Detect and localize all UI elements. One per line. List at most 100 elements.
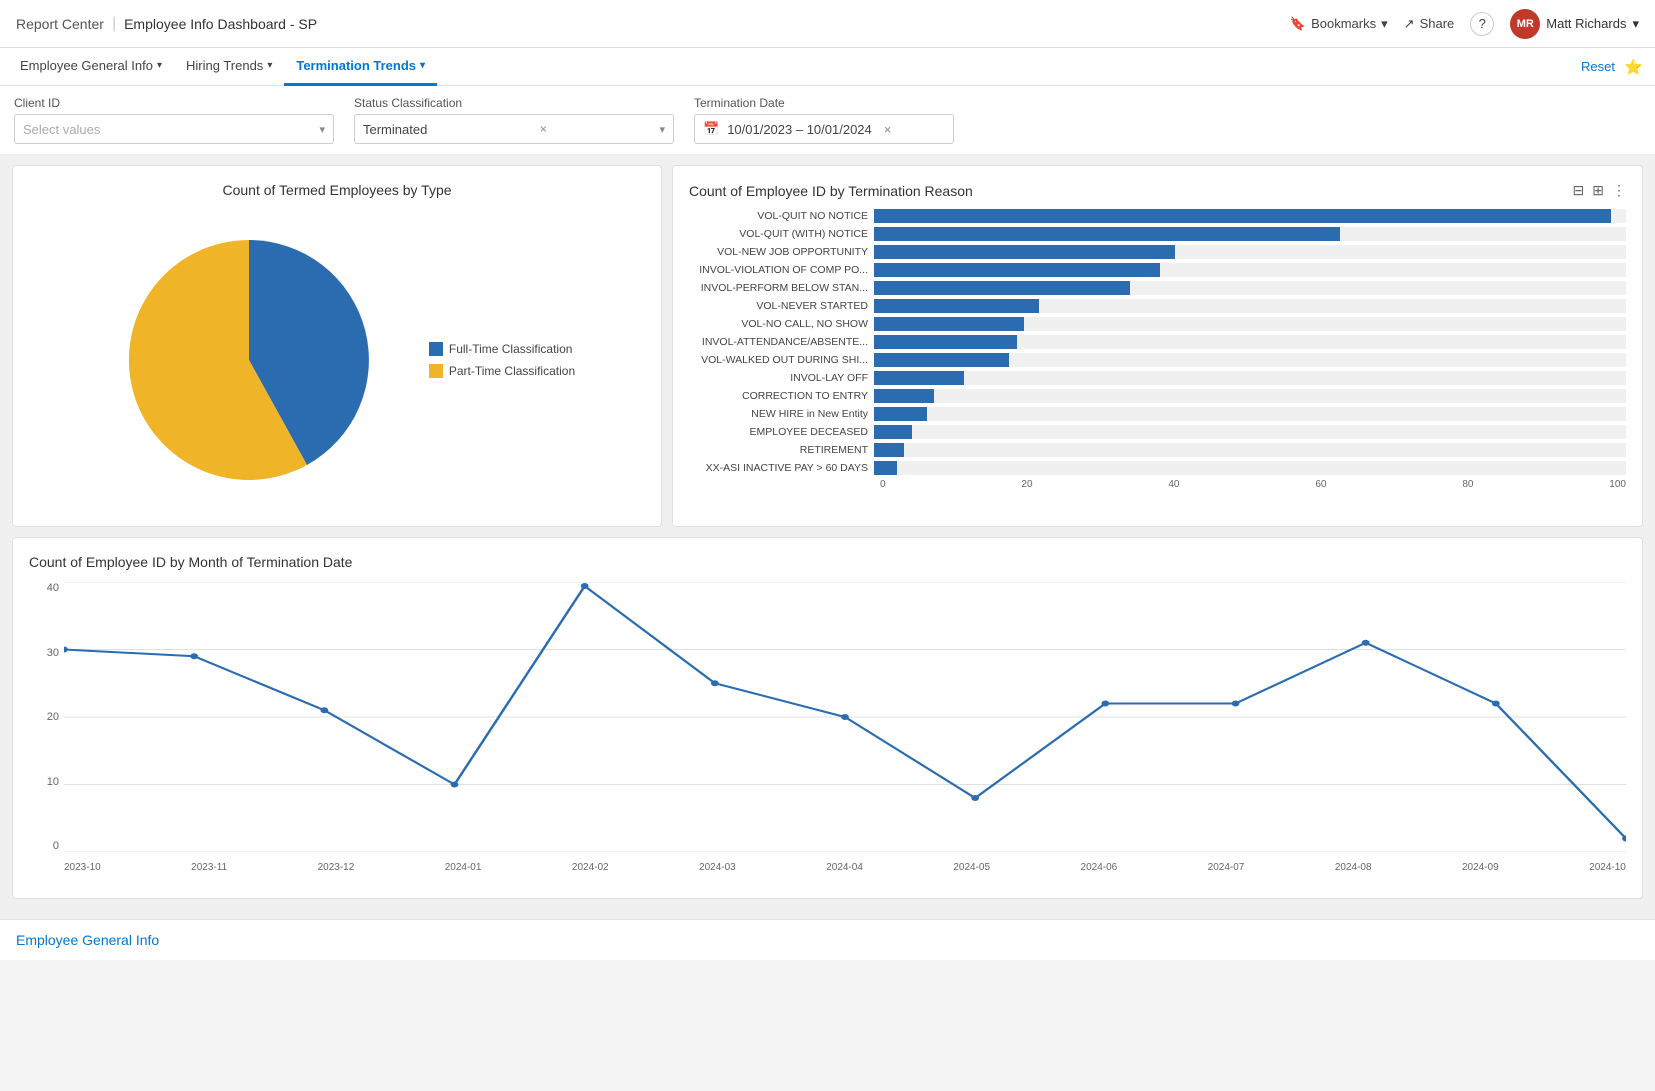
bar-row: NEW HIRE in New Entity bbox=[689, 407, 1626, 421]
bar-track bbox=[874, 407, 1626, 421]
tab-bar: Employee General Info ▾ Hiring Trends ▾ … bbox=[0, 48, 1655, 86]
bar-row: VOL-NEW JOB OPPORTUNITY bbox=[689, 245, 1626, 259]
bar-track bbox=[874, 371, 1626, 385]
bar-row: INVOL-ATTENDANCE/ABSENTE... bbox=[689, 335, 1626, 349]
bar-panel-header: Count of Employee ID by Termination Reas… bbox=[689, 182, 1626, 199]
bar-label: VOL-QUIT NO NOTICE bbox=[689, 210, 874, 222]
bookmarks-chevron: ▾ bbox=[1381, 16, 1388, 32]
client-id-label: Client ID bbox=[14, 96, 334, 110]
bottom-tab[interactable]: Employee General Info bbox=[0, 919, 1655, 960]
bar-fill bbox=[874, 425, 912, 439]
tab-employee-general-info[interactable]: Employee General Info ▾ bbox=[8, 48, 174, 86]
bar-track bbox=[874, 245, 1626, 259]
bar-track bbox=[874, 209, 1626, 223]
line-chart-svg-container bbox=[64, 582, 1626, 852]
share-icon: ↗ bbox=[1404, 16, 1415, 32]
line-chart-panel: Count of Employee ID by Month of Termina… bbox=[12, 537, 1643, 899]
bar-panel-icons: ⊟ ⊞ ⋮ bbox=[1573, 182, 1626, 199]
main-content: Count of Termed Employees by Type bbox=[0, 155, 1655, 919]
bar-fill bbox=[874, 209, 1611, 223]
top-charts-row: Count of Termed Employees by Type bbox=[12, 165, 1643, 527]
termination-date-label: Termination Date bbox=[694, 96, 954, 110]
bar-track bbox=[874, 389, 1626, 403]
share-button[interactable]: ↗ Share bbox=[1404, 16, 1455, 32]
line-y-labels: 40 30 20 10 0 bbox=[29, 582, 64, 852]
bookmarks-label: Bookmarks bbox=[1311, 16, 1376, 31]
client-id-placeholder: Select values bbox=[23, 122, 100, 137]
bar-track bbox=[874, 443, 1626, 457]
bar-row: XX-ASI INACTIVE PAY > 60 DAYS bbox=[689, 461, 1626, 475]
bar-row: EMPLOYEE DECEASED bbox=[689, 425, 1626, 439]
bar-label: VOL-WALKED OUT DURING SHI... bbox=[689, 354, 874, 366]
header-separator: | bbox=[112, 15, 116, 33]
bar-chart-area: VOL-QUIT NO NOTICEVOL-QUIT (WITH) NOTICE… bbox=[689, 209, 1626, 475]
pie-chart-container: Full-Time Classification Part-Time Class… bbox=[29, 210, 645, 510]
status-classification-value: Terminated bbox=[363, 122, 427, 137]
legend-parttime-label: Part-Time Classification bbox=[449, 364, 575, 378]
legend-parttime-color bbox=[429, 364, 443, 378]
bar-label: VOL-NO CALL, NO SHOW bbox=[689, 318, 874, 330]
bar-fill bbox=[874, 281, 1130, 295]
pie-chart-panel: Count of Termed Employees by Type bbox=[12, 165, 662, 527]
bar-x-axis: 0 20 40 60 80 100 bbox=[880, 479, 1626, 490]
bar-fill bbox=[874, 461, 897, 475]
pie-chart-title: Count of Termed Employees by Type bbox=[29, 182, 645, 198]
tab-hiring-trends-arrow: ▾ bbox=[267, 60, 272, 71]
legend-parttime: Part-Time Classification bbox=[429, 364, 575, 378]
bar-fill bbox=[874, 443, 904, 457]
bar-track bbox=[874, 317, 1626, 331]
bookmarks-button[interactable]: 🔖 Bookmarks ▾ bbox=[1290, 16, 1388, 32]
client-id-arrow: ▾ bbox=[319, 123, 325, 136]
user-chevron: ▾ bbox=[1632, 16, 1639, 32]
header-right: 🔖 Bookmarks ▾ ↗ Share ? MR Matt Richards… bbox=[1290, 9, 1639, 39]
bar-fill bbox=[874, 245, 1175, 259]
bar-label: INVOL-PERFORM BELOW STAN... bbox=[689, 282, 874, 294]
filter-bar: Client ID Select values ▾ Status Classif… bbox=[0, 86, 1655, 155]
bar-label: NEW HIRE in New Entity bbox=[689, 408, 874, 420]
bar-track bbox=[874, 335, 1626, 349]
bar-track bbox=[874, 461, 1626, 475]
filter-icon[interactable]: ⊟ bbox=[1573, 182, 1585, 199]
client-id-select[interactable]: Select values ▾ bbox=[14, 114, 334, 144]
termination-date-select[interactable]: 📅 10/01/2023 – 10/01/2024 × bbox=[694, 114, 954, 144]
line-chart-polyline bbox=[64, 586, 1626, 839]
bar-row: VOL-NEVER STARTED bbox=[689, 299, 1626, 313]
page-title: Employee Info Dashboard - SP bbox=[124, 16, 317, 32]
pie-legend: Full-Time Classification Part-Time Class… bbox=[429, 342, 575, 378]
termination-date-clear[interactable]: × bbox=[884, 122, 892, 137]
bar-row: RETIREMENT bbox=[689, 443, 1626, 457]
user-menu[interactable]: MR Matt Richards ▾ bbox=[1510, 9, 1639, 39]
bar-fill bbox=[874, 227, 1340, 241]
bar-row: VOL-WALKED OUT DURING SHI... bbox=[689, 353, 1626, 367]
reset-button[interactable]: Reset bbox=[1581, 59, 1615, 74]
bar-label: CORRECTION TO ENTRY bbox=[689, 390, 874, 402]
client-id-filter: Client ID Select values ▾ bbox=[14, 96, 334, 144]
bar-chart-panel: Count of Employee ID by Termination Reas… bbox=[672, 165, 1643, 527]
bar-track bbox=[874, 353, 1626, 367]
bar-fill bbox=[874, 263, 1160, 277]
bar-fill bbox=[874, 299, 1039, 313]
help-icon: ? bbox=[1479, 16, 1486, 31]
status-classification-select[interactable]: Terminated × ▾ bbox=[354, 114, 674, 144]
header-left: Report Center | Employee Info Dashboard … bbox=[16, 15, 317, 33]
bar-fill bbox=[874, 389, 934, 403]
bar-label: INVOL-LAY OFF bbox=[689, 372, 874, 384]
tab-employee-general-info-label: Employee General Info bbox=[20, 58, 153, 73]
bar-track bbox=[874, 425, 1626, 439]
termination-date-value: 10/01/2023 – 10/01/2024 bbox=[727, 122, 872, 137]
line-x-labels: 2023-10 2023-11 2023-12 2024-01 2024-02 … bbox=[64, 852, 1626, 882]
tab-hiring-trends[interactable]: Hiring Trends ▾ bbox=[174, 48, 284, 86]
bar-fill bbox=[874, 317, 1024, 331]
bar-label: VOL-NEVER STARTED bbox=[689, 300, 874, 312]
tab-termination-trends[interactable]: Termination Trends ▾ bbox=[284, 48, 437, 86]
grid-icon[interactable]: ⊞ bbox=[1592, 182, 1604, 199]
bookmark-star-icon[interactable]: ⭐ bbox=[1624, 58, 1643, 76]
more-icon[interactable]: ⋮ bbox=[1612, 182, 1626, 199]
status-classification-clear[interactable]: × bbox=[540, 122, 547, 136]
bottom-tab-label: Employee General Info bbox=[16, 932, 159, 948]
legend-fulltime-color bbox=[429, 342, 443, 356]
bar-label: VOL-NEW JOB OPPORTUNITY bbox=[689, 246, 874, 258]
help-button[interactable]: ? bbox=[1470, 12, 1494, 36]
bar-fill bbox=[874, 353, 1009, 367]
bar-label: RETIREMENT bbox=[689, 444, 874, 456]
